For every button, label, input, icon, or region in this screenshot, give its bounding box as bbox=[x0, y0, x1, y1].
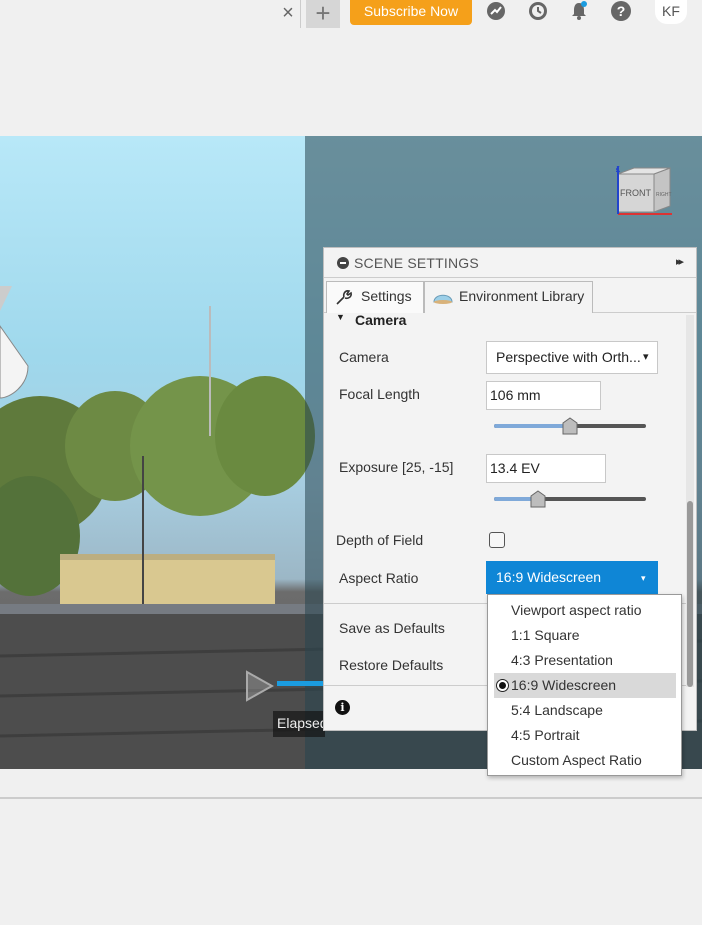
dropdown-option[interactable]: 1:1 Square bbox=[494, 623, 676, 648]
aspect-ratio-label: Aspect Ratio bbox=[339, 570, 419, 586]
exposure-input[interactable]: 13.4 EV bbox=[486, 454, 606, 483]
elapsed-tooltip: Elapsed bbox=[273, 711, 325, 737]
view-cube[interactable]: FRONT RIGHT Z bbox=[616, 166, 672, 218]
view-cube-side-label: RIGHT bbox=[656, 192, 672, 198]
depth-of-field-checkbox[interactable] bbox=[489, 532, 505, 548]
option-label: 4:5 Portrait bbox=[511, 727, 580, 743]
dropdown-option[interactable]: 4:3 Presentation bbox=[494, 648, 676, 673]
exposure-label: Exposure [25, -15] bbox=[339, 459, 454, 475]
option-label: Custom Aspect Ratio bbox=[511, 752, 642, 768]
save-defaults-button[interactable]: Save as Defaults bbox=[339, 620, 445, 636]
tab-environment-label: Environment Library bbox=[459, 288, 585, 304]
option-label: 16:9 Widescreen bbox=[511, 677, 617, 693]
dropdown-option[interactable]: Custom Aspect Ratio bbox=[494, 748, 676, 773]
subscribe-button[interactable]: Subscribe Now bbox=[350, 0, 472, 25]
focal-length-label: Focal Length bbox=[339, 386, 420, 402]
chevron-down-icon: ▾ bbox=[641, 573, 646, 583]
focal-length-slider-fill bbox=[494, 424, 570, 428]
aspect-ratio-select-value: 16:9 Widescreen bbox=[496, 569, 602, 585]
camera-select-value: Perspective with Orth... bbox=[496, 349, 640, 365]
depth-of-field-label: Depth of Field bbox=[336, 532, 424, 548]
aspect-ratio-dropdown: Viewport aspect ratio 1:1 Square 4:3 Pre… bbox=[487, 594, 682, 776]
play-icon[interactable] bbox=[244, 670, 274, 702]
camera-select[interactable]: Perspective with Orth... ▾ bbox=[486, 341, 658, 374]
status-divider bbox=[0, 797, 702, 799]
job-status-icon[interactable] bbox=[485, 0, 507, 22]
option-label: 4:3 Presentation bbox=[511, 652, 613, 668]
dropdown-option-selected[interactable]: 16:9 Widescreen bbox=[494, 673, 676, 698]
panel-scrollbar-thumb[interactable] bbox=[687, 501, 693, 687]
dropdown-option[interactable]: Viewport aspect ratio bbox=[494, 598, 676, 623]
dropdown-option[interactable]: 4:5 Portrait bbox=[494, 723, 676, 748]
view-cube-front-label: FRONT bbox=[620, 188, 651, 198]
close-tab-icon[interactable]: × bbox=[277, 2, 299, 24]
tab-settings[interactable]: Settings bbox=[326, 281, 424, 313]
camera-label: Camera bbox=[339, 349, 389, 365]
section-collapse-arrow[interactable]: ▼ bbox=[336, 312, 345, 322]
exposure-slider-thumb[interactable] bbox=[529, 490, 547, 508]
chevron-down-icon: ▾ bbox=[643, 351, 649, 363]
panel-title: SCENE SETTINGS bbox=[354, 255, 479, 271]
tab-settings-label: Settings bbox=[361, 288, 412, 304]
collapse-icon[interactable] bbox=[337, 257, 349, 269]
focal-length-input[interactable]: 106 mm bbox=[486, 381, 601, 410]
dropdown-option[interactable]: 5:4 Landscape bbox=[494, 698, 676, 723]
z-axis-label: Z bbox=[616, 166, 620, 175]
dome-icon bbox=[433, 294, 453, 304]
svg-text:?: ? bbox=[617, 3, 626, 19]
notifications-icon[interactable] bbox=[568, 0, 590, 22]
expand-panel-icon[interactable]: ▸▸ bbox=[676, 255, 684, 268]
user-avatar[interactable]: KF bbox=[655, 0, 687, 24]
tab-divider bbox=[300, 0, 301, 28]
option-label: Viewport aspect ratio bbox=[511, 602, 642, 618]
option-label: 5:4 Landscape bbox=[511, 702, 603, 718]
help-icon[interactable]: ? bbox=[610, 0, 632, 22]
new-tab-button[interactable]: + bbox=[306, 0, 340, 28]
focal-length-slider-thumb[interactable] bbox=[561, 417, 579, 435]
option-label: 1:1 Square bbox=[511, 627, 580, 643]
timeline-progress[interactable] bbox=[277, 681, 325, 686]
section-camera-title[interactable]: Camera bbox=[355, 312, 406, 328]
panel-header[interactable]: SCENE SETTINGS ▸▸ bbox=[324, 248, 696, 278]
info-icon[interactable]: i bbox=[335, 700, 350, 715]
panel-tabs: Settings Environment Library bbox=[324, 279, 696, 313]
aspect-ratio-select[interactable]: 16:9 Widescreen ▾ bbox=[486, 561, 658, 594]
wrench-icon bbox=[336, 290, 352, 305]
restore-defaults-button[interactable]: Restore Defaults bbox=[339, 657, 443, 673]
history-icon[interactable] bbox=[527, 0, 549, 22]
radio-selected-icon bbox=[496, 679, 509, 692]
tab-environment-library[interactable]: Environment Library bbox=[424, 281, 593, 313]
